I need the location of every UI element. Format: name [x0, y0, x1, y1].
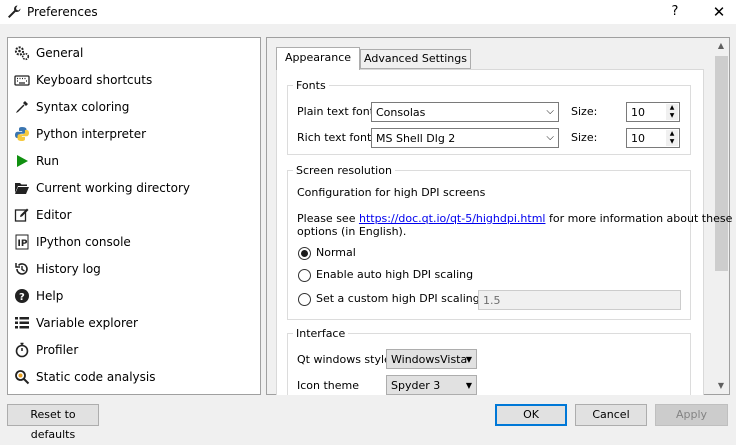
info-suffix: for more information about these — [545, 212, 733, 225]
sidebar-item-current-working-directory[interactable]: Current working directory — [8, 175, 260, 202]
sidebar-item-syntax-coloring[interactable]: Syntax coloring — [8, 94, 260, 121]
tab-advanced-settings[interactable]: Advanced Settings — [360, 49, 471, 69]
radio-auto-dpi-label: Enable auto high DPI scaling — [316, 268, 474, 281]
preferences-sidebar: General Keyboard shortcuts Syntax colori… — [7, 37, 261, 395]
rich-text-font-value: MS Shell Dlg 2 — [376, 132, 456, 145]
high-dpi-info-line2: options (in English). — [297, 225, 407, 238]
sidebar-item-label: Profiler — [36, 343, 79, 357]
code-analysis-icon — [14, 369, 30, 385]
title-bar: Preferences ? ✕ — [0, 0, 736, 24]
reset-to-defaults-button[interactable]: Reset to defaults — [7, 404, 99, 441]
window-title: Preferences — [27, 5, 98, 19]
sidebar-item-ipython-console[interactable]: IP IPython console — [8, 229, 260, 256]
icon-theme-combo[interactable]: Spyder 3 ▼ — [386, 375, 477, 395]
plain-text-font-combo[interactable]: Consolas ⌵ — [371, 102, 559, 122]
sidebar-item-profiler[interactable]: Profiler — [8, 337, 260, 364]
icon-theme-value: Spyder 3 — [391, 379, 441, 392]
radio-custom-dpi[interactable] — [298, 293, 311, 306]
help-button[interactable]: ? — [665, 2, 685, 22]
rich-size-value: 10 — [631, 132, 645, 145]
plain-text-font-value: Consolas — [376, 106, 426, 119]
custom-dpi-value: 1.5 — [483, 294, 501, 307]
svg-text:?: ? — [19, 292, 25, 303]
wrench-icon — [6, 4, 22, 20]
qt-style-combo[interactable]: WindowsVista ▼ — [386, 349, 477, 369]
eyedropper-icon — [14, 99, 30, 115]
sidebar-item-label: General — [36, 46, 84, 60]
sidebar-item-label: Python interpreter — [36, 127, 147, 141]
spin-down-icon[interactable]: ▼ — [666, 112, 678, 120]
sidebar-item-label: Static code analysis — [36, 370, 156, 384]
screen-resolution-title: Screen resolution — [293, 164, 395, 177]
rich-text-font-combo[interactable]: MS Shell Dlg 2 ⌵ — [371, 128, 559, 148]
highdpi-doc-link[interactable]: https://doc.qt.io/qt-5/highdpi.html — [359, 212, 546, 225]
qt-style-label: Qt windows style — [297, 353, 391, 366]
rich-text-font-label: Rich text font — [297, 131, 372, 144]
plain-size-spinbox[interactable]: 10 ▲ ▼ — [626, 102, 680, 122]
history-icon — [14, 261, 30, 277]
radio-normal-label: Normal — [316, 246, 356, 259]
sidebar-item-label: Help — [36, 289, 64, 303]
ok-button[interactable]: OK — [495, 404, 567, 426]
info-prefix: Please see — [297, 212, 359, 225]
chevron-down-icon: ⌵ — [546, 106, 554, 117]
scroll-up-arrow-icon[interactable]: ▲ — [713, 38, 729, 54]
sidebar-item-editor[interactable]: Editor — [8, 202, 260, 229]
high-dpi-info-text: Please see https://doc.qt.io/qt-5/highdp… — [297, 212, 732, 226]
radio-normal[interactable] — [298, 247, 311, 260]
play-icon — [14, 153, 30, 169]
scrollbar-thumb[interactable] — [715, 56, 728, 271]
sidebar-item-history-log[interactable]: History log — [8, 256, 260, 283]
apply-button[interactable]: Apply — [655, 404, 728, 426]
spin-up-icon[interactable]: ▲ — [666, 104, 678, 112]
sidebar-item-label: Variable explorer — [36, 316, 138, 330]
icon-theme-label: Icon theme — [297, 379, 360, 392]
tab-appearance[interactable]: Appearance — [276, 47, 360, 70]
sidebar-item-run[interactable]: Run — [8, 148, 260, 175]
edit-icon — [14, 207, 30, 223]
sidebar-item-help[interactable]: ? Help — [8, 283, 260, 310]
interface-title: Interface — [293, 327, 349, 340]
python-icon — [14, 126, 30, 142]
sidebar-item-variable-explorer[interactable]: Variable explorer — [8, 310, 260, 337]
qt-style-value: WindowsVista — [391, 353, 468, 366]
sidebar-item-label: IPython console — [36, 235, 131, 249]
ipython-icon: IP — [14, 234, 30, 250]
sidebar-item-keyboard-shortcuts[interactable]: Keyboard shortcuts — [8, 67, 260, 94]
rich-size-label: Size: — [571, 131, 598, 144]
rich-size-spinbox[interactable]: 10 ▲ ▼ — [626, 128, 680, 148]
chevron-down-icon: ▼ — [465, 381, 472, 390]
cancel-button[interactable]: Cancel — [575, 404, 647, 426]
custom-dpi-input[interactable]: 1.5 — [478, 290, 681, 310]
fonts-group-title: Fonts — [293, 79, 329, 92]
sidebar-item-label: Current working directory — [36, 181, 190, 195]
sidebar-item-static-code-analysis[interactable]: Static code analysis — [8, 364, 260, 391]
svg-text:IP: IP — [18, 239, 28, 249]
scroll-down-arrow-icon[interactable]: ▼ — [713, 378, 729, 394]
sidebar-item-label: History log — [36, 262, 101, 276]
spin-up-icon[interactable]: ▲ — [666, 130, 678, 138]
chevron-down-icon: ⌵ — [546, 132, 554, 143]
radio-custom-dpi-label: Set a custom high DPI scaling — [316, 292, 480, 305]
high-dpi-config-text: Configuration for high DPI screens — [297, 186, 486, 199]
question-circle-icon: ? — [14, 288, 30, 304]
sidebar-item-general[interactable]: General — [8, 40, 260, 67]
plain-size-label: Size: — [571, 105, 598, 118]
plain-size-value: 10 — [631, 106, 645, 119]
sidebar-item-label: Syntax coloring — [36, 100, 130, 114]
sidebar-item-label: Run — [36, 154, 60, 168]
radio-auto-dpi[interactable] — [298, 269, 311, 282]
gears-icon — [14, 45, 30, 61]
close-button[interactable]: ✕ — [707, 2, 731, 22]
table-list-icon — [14, 315, 30, 331]
sidebar-item-label: Editor — [36, 208, 72, 222]
plain-text-font-label: Plain text font — [297, 105, 375, 118]
chevron-down-icon: ▼ — [465, 355, 472, 364]
sidebar-item-python-interpreter[interactable]: Python interpreter — [8, 121, 260, 148]
keyboard-icon — [14, 72, 30, 88]
sidebar-item-label: Keyboard shortcuts — [36, 73, 153, 87]
stopwatch-icon — [14, 342, 30, 358]
spin-down-icon[interactable]: ▼ — [666, 138, 678, 146]
folder-open-icon — [14, 180, 30, 196]
